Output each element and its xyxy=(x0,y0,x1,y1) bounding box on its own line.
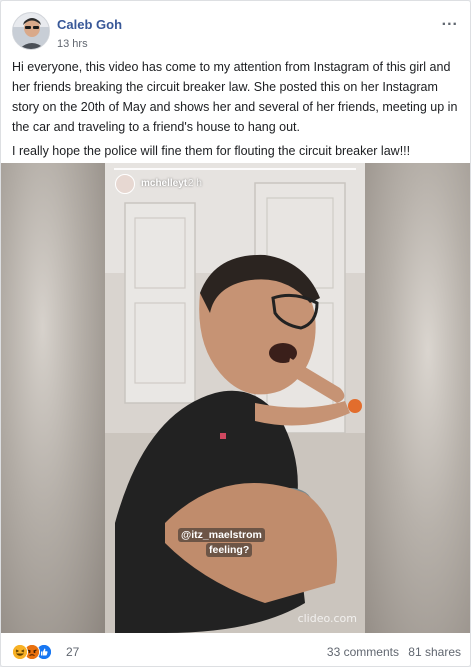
blurred-background-left xyxy=(1,163,105,633)
video-watermark: clideo.com xyxy=(297,612,357,625)
more-options-button[interactable]: ... xyxy=(442,12,458,30)
video-player[interactable]: mchelleyt 2 h @itz_maelstrom feeling? cl… xyxy=(1,163,470,633)
story-caption: feeling? xyxy=(206,543,253,557)
reaction-count[interactable]: 27 xyxy=(66,645,79,659)
story-username: mchelleyt xyxy=(141,178,188,189)
comments-count-link[interactable]: 33 comments xyxy=(327,645,399,659)
post-header: Caleb Goh 13 hrs ... xyxy=(12,12,461,52)
post-paragraph: I really hope the police will fine them … xyxy=(12,144,411,158)
engagement-counts: 33 comments 81 shares xyxy=(321,645,461,659)
post-paragraph: Hi everyone, this video has come to my a… xyxy=(12,60,458,134)
laugh-react-icon xyxy=(12,644,28,660)
story-progress-bar xyxy=(114,168,356,170)
author-avatar[interactable] xyxy=(12,12,50,50)
facebook-post: Caleb Goh 13 hrs ... Hi everyone, this v… xyxy=(0,0,471,667)
post-body: Hi everyone, this video has come to my a… xyxy=(12,57,459,165)
post-footer: 27 33 comments 81 shares xyxy=(12,643,461,663)
story-time: 2 h xyxy=(188,178,202,189)
author-name[interactable]: Caleb Goh xyxy=(57,17,122,32)
shares-count-link[interactable]: 81 shares xyxy=(408,645,461,659)
video-scene-image xyxy=(105,163,365,633)
blurred-background-right xyxy=(365,163,470,633)
avatar-photo-icon xyxy=(13,13,49,49)
story-user-avatar xyxy=(115,174,135,194)
post-timestamp[interactable]: 13 hrs xyxy=(57,38,88,50)
video-frame[interactable]: mchelleyt 2 h @itz_maelstrom feeling? cl… xyxy=(105,163,365,633)
story-mention-tag: @itz_maelstrom xyxy=(178,528,265,542)
